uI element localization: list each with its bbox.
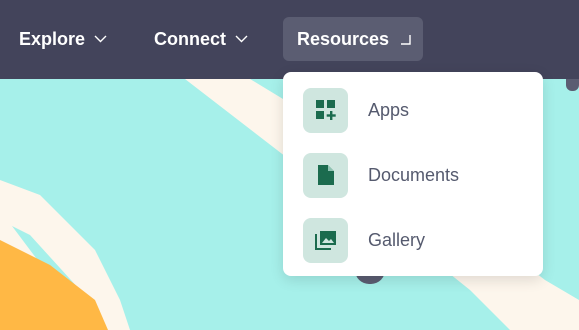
gallery-icon [303,217,348,263]
chevron-down-icon [235,35,248,43]
chevron-down-icon [94,35,107,43]
apps-add-icon [303,87,348,133]
menu-item-documents[interactable]: Documents [303,152,523,198]
resources-dropdown: Apps Documents Gallery [283,72,543,276]
nav-resources[interactable]: Resources [283,17,423,61]
nav-connect-label: Connect [154,28,226,49]
decorative-dot [566,79,579,91]
nav-connect[interactable]: Connect [154,17,248,61]
menu-item-label: Apps [368,99,410,120]
nav-explore[interactable]: Explore [19,17,107,61]
menu-item-label: Gallery [368,229,426,250]
menu-item-apps[interactable]: Apps [303,87,523,133]
chevron-up-icon [401,34,411,45]
nav-resources-label: Resources [297,28,390,49]
menu-item-gallery[interactable]: Gallery [303,217,523,263]
menu-item-label: Documents [368,164,460,185]
document-icon [303,152,348,198]
top-navbar: Explore Connect Resources [0,0,579,79]
nav-explore-label: Explore [19,28,86,49]
